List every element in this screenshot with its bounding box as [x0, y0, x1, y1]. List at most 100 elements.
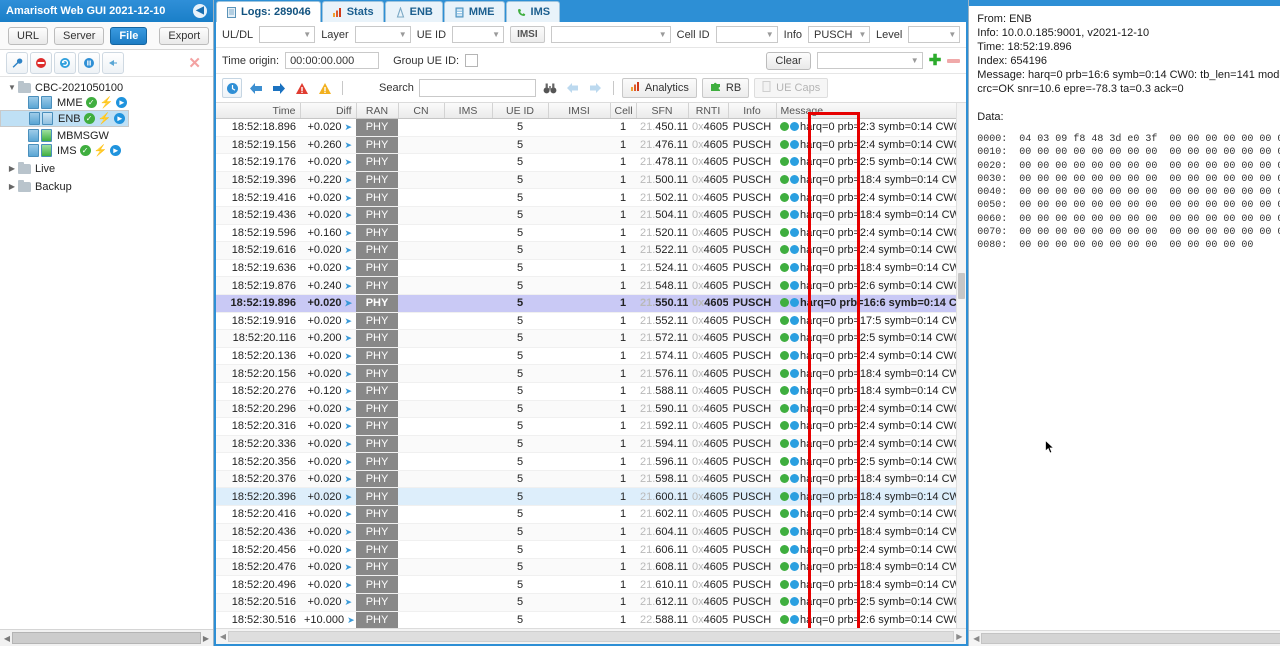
- table-row[interactable]: 18:52:20.476 +0.020 ➤ PHY 5 1 21.608.11 0x4605 P…: [216, 558, 966, 577]
- sidebar-horizontal-scrollbar[interactable]: ◀ ▶: [0, 629, 213, 646]
- table-row[interactable]: 18:52:20.336 +0.020 ➤ PHY 5 1 21.594.11 0x4605 P…: [216, 435, 966, 454]
- table-row[interactable]: 18:52:20.276 +0.120 ➤ PHY 5 1 21.588.11 0x4605 P…: [216, 382, 966, 401]
- table-row[interactable]: 18:52:19.156 +0.260 ➤ PHY 5 1 21.476.11 0x4605 P…: [216, 136, 966, 155]
- scroll-thumb[interactable]: [981, 633, 1280, 644]
- play-icon[interactable]: ►: [116, 97, 128, 108]
- scroll-thumb[interactable]: [12, 632, 201, 644]
- expand-arrow-icon[interactable]: ▼: [6, 83, 18, 92]
- refresh-icon[interactable]: [54, 52, 76, 74]
- tab-stats[interactable]: Stats: [321, 1, 384, 22]
- scroll-left-icon[interactable]: ◀: [971, 634, 981, 643]
- tab-mme[interactable]: MME: [443, 1, 505, 22]
- file-button[interactable]: File: [110, 26, 148, 45]
- arrow-right-icon[interactable]: [270, 79, 288, 97]
- search-input[interactable]: [418, 79, 536, 97]
- clock-icon[interactable]: [222, 78, 242, 98]
- detail-horizontal-scrollbar[interactable]: ◀ ▶: [969, 630, 1280, 646]
- tree-item-mbmsgw[interactable]: MBMSGW: [0, 128, 213, 143]
- group-ueid-checkbox[interactable]: [465, 54, 479, 67]
- url-button[interactable]: URL: [8, 26, 49, 45]
- col-info[interactable]: Info: [728, 103, 777, 119]
- export-button[interactable]: Export: [159, 26, 210, 45]
- tab-enb[interactable]: ENB: [384, 1, 443, 22]
- table-row[interactable]: 18:52:20.496 +0.020 ➤ PHY 5 1 21.610.11 0x4605 P…: [216, 575, 966, 595]
- table-row[interactable]: 18:52:19.896 +0.020 ➤ PHY 5 1 21.550.11 0x4605 P…: [216, 294, 966, 313]
- stop-icon[interactable]: [30, 52, 52, 74]
- table-row[interactable]: 18:52:20.156 +0.020 ➤ PHY 5 1 21.576.11 0x4605 P…: [216, 364, 966, 383]
- rb-button[interactable]: RB: [701, 78, 750, 98]
- tree-item-cbc[interactable]: ▼ CBC-2021050100: [0, 80, 213, 95]
- table-row[interactable]: 18:52:19.876 +0.240 ➤ PHY 5 1 21.548.11 0x4605 P…: [216, 276, 966, 295]
- col-sfn[interactable]: SFN: [636, 103, 689, 119]
- table-row[interactable]: 18:52:20.376 +0.020 ➤ PHY 5 1 21.598.11 0x4605 P…: [216, 470, 966, 489]
- col-message[interactable]: Message: [776, 103, 967, 119]
- col-cn[interactable]: CN: [398, 103, 445, 119]
- col-ueid[interactable]: UE ID: [492, 103, 549, 119]
- search-next-icon[interactable]: [587, 79, 605, 97]
- tree-item-mme[interactable]: MME ✓ ⚡ ►: [0, 95, 213, 110]
- table-row[interactable]: 18:52:20.116 +0.200 ➤ PHY 5 1 21.572.11 0x4605 P…: [216, 329, 966, 348]
- preset-select[interactable]: ▼: [816, 52, 923, 69]
- close-x-icon[interactable]: ✕: [188, 54, 207, 72]
- table-row[interactable]: 18:52:20.356 +0.020 ➤ PHY 5 1 21.596.11 0x4605 P…: [216, 452, 966, 471]
- server-button[interactable]: Server: [54, 26, 105, 45]
- tree-item-ims[interactable]: IMS ✓ ⚡ ►: [0, 143, 213, 158]
- table-row[interactable]: 18:52:18.896 +0.020 ➤ PHY 5 1 21.450.11 0x4605 P…: [216, 118, 966, 137]
- col-diff[interactable]: Diff: [300, 103, 357, 119]
- table-row[interactable]: 18:52:19.616 +0.020 ➤ PHY 5 1 21.522.11 0x4605 P…: [216, 241, 966, 260]
- scroll-thumb[interactable]: [228, 631, 955, 642]
- ueid-select[interactable]: ▼: [452, 26, 505, 43]
- col-ran[interactable]: RAN: [356, 103, 399, 119]
- collapse-arrow-icon[interactable]: ▶: [6, 164, 18, 173]
- scroll-right-icon[interactable]: ▶: [954, 632, 964, 641]
- col-imsi[interactable]: IMSI: [548, 103, 611, 119]
- col-ims[interactable]: IMS: [444, 103, 493, 119]
- clear-button[interactable]: Clear: [766, 51, 811, 70]
- remove-filter-icon[interactable]: [947, 58, 961, 63]
- layer-select[interactable]: ▼: [354, 26, 411, 43]
- imsi-select[interactable]: ▼: [550, 26, 671, 43]
- tree-item-live[interactable]: ▶ Live: [0, 161, 213, 176]
- warning-triangle-icon[interactable]: [316, 79, 334, 97]
- connect-plug-icon[interactable]: [102, 52, 124, 74]
- info-select[interactable]: PUSCH ▼: [808, 26, 870, 43]
- col-rnti[interactable]: RNTI: [688, 103, 729, 119]
- scroll-thumb[interactable]: [958, 273, 966, 299]
- table-row[interactable]: 18:52:20.516 +0.020 ➤ PHY 5 1 21.612.11 0x4605 P…: [216, 593, 966, 612]
- tab-logs[interactable]: Logs: 289046: [216, 1, 321, 22]
- table-horizontal-scrollbar[interactable]: ◀ ▶: [216, 628, 967, 644]
- level-select[interactable]: ▼: [908, 26, 961, 43]
- play-icon[interactable]: ►: [110, 145, 122, 156]
- tree-item-backup[interactable]: ▶ Backup: [0, 179, 213, 194]
- table-row[interactable]: 18:52:19.916 +0.020 ➤ PHY 5 1 21.552.11 0x4605 P…: [216, 312, 966, 331]
- analytics-button[interactable]: Analytics: [621, 78, 697, 98]
- imsi-toggle-button[interactable]: IMSI: [510, 26, 545, 43]
- table-row[interactable]: 18:52:20.456 +0.020 ➤ PHY 5 1 21.606.11 0x4605 P…: [216, 540, 966, 559]
- error-triangle-icon[interactable]: [293, 79, 311, 97]
- table-row[interactable]: 18:52:20.416 +0.020 ➤ PHY 5 1 21.602.11 0x4605 P…: [216, 505, 966, 524]
- time-origin-input[interactable]: 00:00:00.000: [285, 52, 380, 69]
- table-row[interactable]: 18:52:19.396 +0.220 ➤ PHY 5 1 21.500.11 0x4605 P…: [216, 171, 966, 190]
- collapse-arrow-icon[interactable]: ▶: [6, 182, 18, 191]
- table-row[interactable]: 18:52:19.596 +0.160 ➤ PHY 5 1 21.520.11 0x4605 P…: [216, 224, 966, 243]
- table-row[interactable]: 18:52:19.176 +0.020 ➤ PHY 5 1 21.478.11 0x4605 P…: [216, 153, 966, 172]
- add-filter-icon[interactable]: ✚: [929, 53, 942, 68]
- uldl-select[interactable]: ▼: [259, 26, 316, 43]
- table-row[interactable]: 18:52:20.436 +0.020 ➤ PHY 5 1 21.604.11 0x4605 P…: [216, 523, 966, 542]
- table-row[interactable]: 18:52:20.136 +0.020 ➤ PHY 5 1 21.574.11 0x4605 P…: [216, 347, 966, 366]
- table-row[interactable]: 18:52:20.316 +0.020 ➤ PHY 5 1 21.592.11 0x4605 P…: [216, 417, 966, 436]
- table-vertical-scrollbar[interactable]: [956, 103, 967, 628]
- table-row[interactable]: 18:52:30.516 +10.000 ➤ PHY 5 1 22.588.11 0x4605…: [216, 611, 966, 628]
- col-cell[interactable]: Cell: [610, 103, 637, 119]
- scroll-left-icon[interactable]: ◀: [2, 634, 12, 643]
- play-icon[interactable]: ►: [114, 113, 126, 124]
- wrench-icon[interactable]: [6, 52, 28, 74]
- search-prev-icon[interactable]: [564, 79, 582, 97]
- tree-item-enb[interactable]: ENB ✓ ⚡ ►: [0, 110, 130, 127]
- table-row[interactable]: 18:52:20.296 +0.020 ➤ PHY 5 1 21.590.11 0x4605 P…: [216, 400, 966, 419]
- pause-icon[interactable]: [78, 52, 100, 74]
- scroll-left-icon[interactable]: ◀: [218, 632, 228, 641]
- arrow-left-icon[interactable]: [247, 79, 265, 97]
- table-row[interactable]: 18:52:19.416 +0.020 ➤ PHY 5 1 21.502.11 0x4605 P…: [216, 188, 966, 207]
- table-row[interactable]: 18:52:20.396 +0.020 ➤ PHY 5 1 21.600.11 0x4605 P…: [216, 487, 966, 507]
